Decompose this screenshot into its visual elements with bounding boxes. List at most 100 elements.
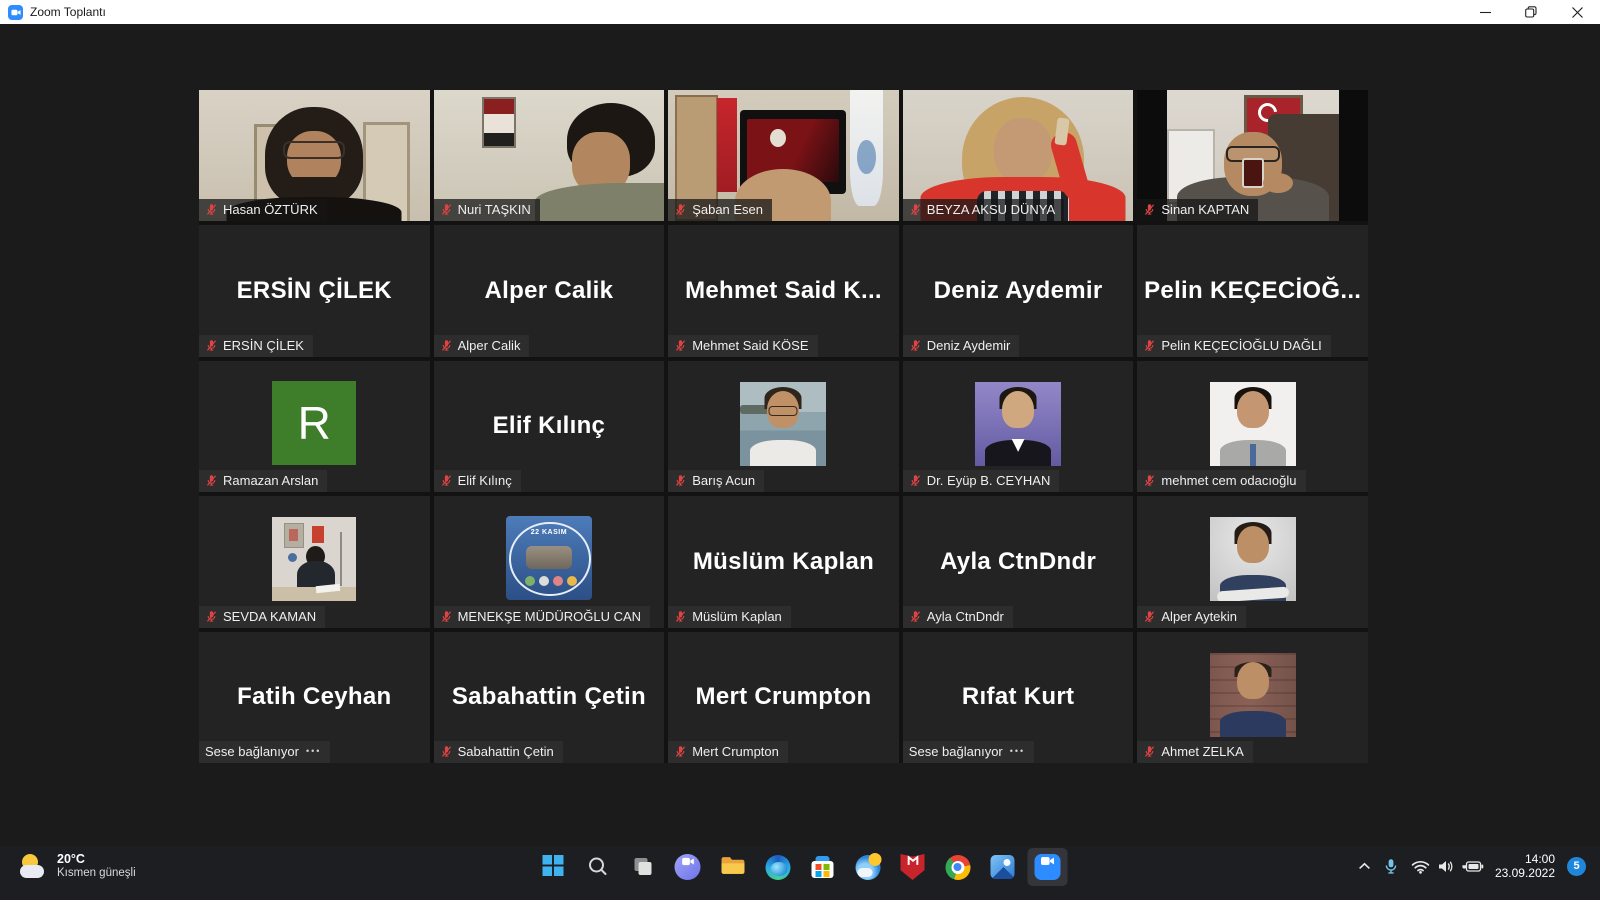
muted-mic-icon [205, 339, 218, 352]
chevron-up-icon [1358, 862, 1371, 871]
turkish-flag [717, 98, 738, 193]
windows-start-icon [542, 855, 563, 879]
system-tray: 14:00 23.09.2022 5 [1356, 852, 1586, 880]
participant-label: Nuri TAŞKIN [434, 199, 540, 221]
muted-mic-icon [674, 610, 687, 623]
tray-clock[interactable]: 14:00 23.09.2022 [1495, 852, 1555, 880]
task-view-icon [632, 855, 654, 880]
muted-mic-icon [674, 203, 687, 216]
participant-tile-alper-calik[interactable]: Alper Calik Alper Calik [434, 225, 665, 356]
connecting-audio-label: Sese bağlanıyor••• [199, 741, 330, 763]
weather-condition: Kısmen güneşli [57, 866, 136, 880]
close-button[interactable] [1554, 0, 1600, 24]
taskbar-weather-app-button[interactable] [848, 848, 888, 886]
muted-mic-icon [1143, 203, 1156, 216]
microphone-in-use-icon [1384, 858, 1398, 875]
volume-icon [1437, 859, 1455, 874]
participant-tile-menekse-muduroglu-can[interactable]: 22 KASIM MENEKŞE MÜDÜROĞLU CAN [434, 496, 665, 627]
taskbar-edge-button[interactable] [758, 848, 798, 886]
profile-photo [272, 517, 356, 601]
minimize-icon [1480, 7, 1491, 18]
participant-tile-sevda-kaman[interactable]: SEVDA KAMAN [199, 496, 430, 627]
participant-tile-hasan-ozturk[interactable]: Hasan ÖZTÜRK [199, 90, 430, 221]
weather-temperature: 20°C [57, 852, 136, 866]
microsoft-store-icon [812, 861, 834, 878]
participant-tile-sabahattin-cetin[interactable]: Sabahattin Çetin Sabahattin Çetin [434, 632, 665, 763]
muted-mic-icon [674, 339, 687, 352]
profile-photo [1210, 517, 1296, 601]
muted-mic-icon [440, 610, 453, 623]
close-icon [1572, 7, 1583, 18]
taskbar-zoom-button-active[interactable] [1028, 848, 1068, 886]
muted-mic-icon [909, 610, 922, 623]
participant-tile-baris-acun[interactable]: Barış Acun [668, 361, 899, 492]
participant-tile-pelin-kececioglu-dagli[interactable]: Pelin KEÇECİOĞ... Pelin KEÇECİOĞLU DAĞLI [1137, 225, 1368, 356]
taskbar: 20°C Kısmen güneşli [0, 846, 1600, 900]
muted-mic-icon [1143, 745, 1156, 758]
participant-label: Alper Calik [434, 335, 530, 357]
taskbar-mcafee-button[interactable] [893, 848, 933, 886]
taskbar-center-apps [533, 848, 1068, 886]
taskbar-file-explorer-button[interactable] [713, 848, 753, 886]
taskbar-microsoft-store-button[interactable] [803, 848, 843, 886]
profile-photo [975, 382, 1061, 466]
connecting-dots: ••• [306, 746, 321, 756]
connecting-audio-label: Sese bağlanıyor••• [903, 741, 1034, 763]
minimize-button[interactable] [1462, 0, 1508, 24]
profile-photo [1210, 382, 1296, 466]
partly-sunny-icon [20, 853, 48, 879]
participant-tile-rifat-kurt[interactable]: Rıfat Kurt Sese bağlanıyor••• [903, 632, 1134, 763]
muted-mic-icon [205, 203, 218, 216]
initial-avatar: R [272, 381, 356, 465]
taskbar-task-view-button[interactable] [623, 848, 663, 886]
taskbar-photos-button[interactable] [983, 848, 1023, 886]
participant-tile-ramazan-arslan[interactable]: R Ramazan Arslan [199, 361, 430, 492]
tray-microphone-button[interactable] [1382, 856, 1400, 877]
participant-label: Mehmet Said KÖSE [668, 335, 817, 357]
participant-tile-ahmet-zelka[interactable]: Ahmet ZELKA [1137, 632, 1368, 763]
participant-tile-nuri-taskin[interactable]: Nuri TAŞKIN [434, 90, 665, 221]
participant-tile-elif-kilinc[interactable]: Elif Kılınç Elif Kılınç [434, 361, 665, 492]
participant-label: Şaban Esen [668, 199, 772, 221]
participant-label: Müslüm Kaplan [668, 606, 791, 628]
taskbar-search-button[interactable] [578, 848, 618, 886]
participant-tile-eyup-ceyhan[interactable]: Dr. Eyüp B. CEYHAN [903, 361, 1134, 492]
participant-tile-beyza-aksu-dunya[interactable]: BEYZA AKSU DÜNYA [903, 90, 1134, 221]
tray-time: 14:00 [1495, 852, 1555, 866]
participant-label: Barış Acun [668, 470, 764, 492]
tray-chevron-button[interactable] [1356, 860, 1373, 873]
battery-charging-icon [1462, 860, 1484, 873]
muted-mic-icon [674, 474, 687, 487]
weather-app-icon [855, 855, 880, 880]
chrome-browser-icon [945, 855, 970, 880]
participant-label: ERSİN ÇİLEK [199, 335, 313, 357]
taskbar-chat-button[interactable] [668, 848, 708, 886]
chat-icon [675, 854, 701, 880]
mcafee-shield-icon [901, 854, 925, 880]
muted-mic-icon [1143, 474, 1156, 487]
taskbar-weather-widget[interactable]: 20°C Kısmen güneşli [14, 850, 142, 882]
participant-tile-saban-esen[interactable]: Şaban Esen [668, 90, 899, 221]
participant-label: Mert Crumpton [668, 741, 788, 763]
participant-tile-mehmet-said-kose[interactable]: Mehmet Said K... Mehmet Said KÖSE [668, 225, 899, 356]
participant-tile-deniz-aydemir[interactable]: Deniz Aydemir Deniz Aydemir [903, 225, 1134, 356]
participant-tile-ayla-ctndndr[interactable]: Ayla CtnDndr Ayla CtnDndr [903, 496, 1134, 627]
connecting-dots: ••• [1010, 746, 1025, 756]
participant-tile-fatih-ceyhan[interactable]: Fatih Ceyhan Sese bağlanıyor••• [199, 632, 430, 763]
taskbar-start-button[interactable] [533, 848, 573, 886]
participant-tile-ersin-cilek[interactable]: ERSİN ÇİLEK ERSİN ÇİLEK [199, 225, 430, 356]
restore-button[interactable] [1508, 0, 1554, 24]
notification-badge[interactable]: 5 [1567, 857, 1586, 876]
muted-mic-icon [1143, 339, 1156, 352]
participant-tile-mert-crumpton[interactable]: Mert Crumpton Mert Crumpton [668, 632, 899, 763]
participant-label: BEYZA AKSU DÜNYA [903, 199, 1064, 221]
participant-tile-alper-aytekin[interactable]: Alper Aytekin [1137, 496, 1368, 627]
participant-tile-sinan-kaptan[interactable]: Sinan KAPTAN [1137, 90, 1368, 221]
file-explorer-icon [720, 855, 745, 879]
participant-label: Deniz Aydemir [903, 335, 1020, 357]
participant-tile-muslum-kaplan[interactable]: Müslüm Kaplan Müslüm Kaplan [668, 496, 899, 627]
participant-label: Ayla CtnDndr [903, 606, 1013, 628]
taskbar-chrome-button[interactable] [938, 848, 978, 886]
tray-network-volume-battery-button[interactable] [1409, 857, 1486, 876]
participant-tile-mehmet-cem-odacioglu[interactable]: mehmet cem odacıoğlu [1137, 361, 1368, 492]
